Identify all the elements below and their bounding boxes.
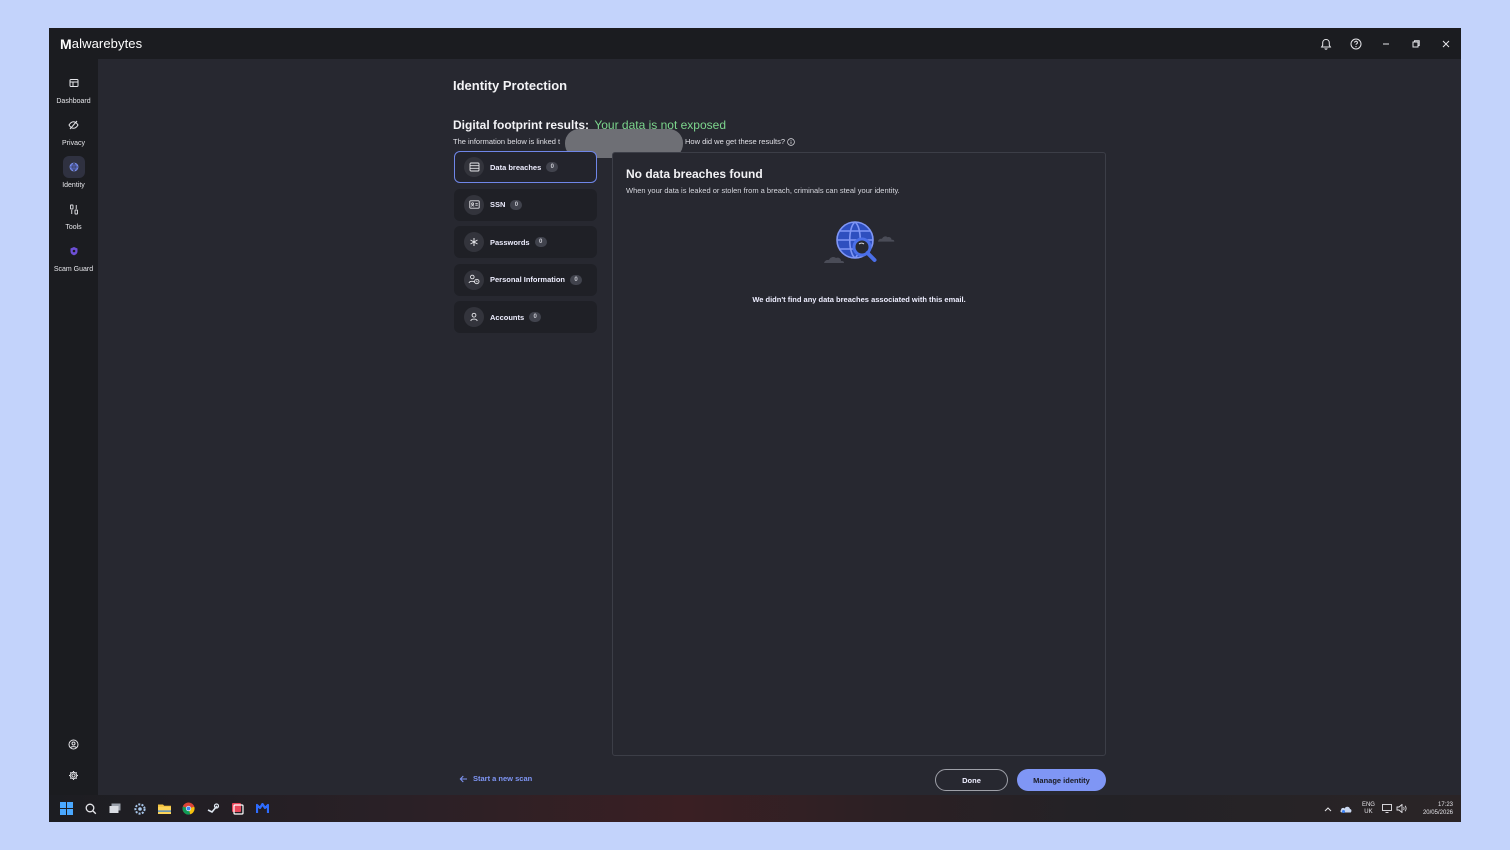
sidebar: Dashboard Privacy Identity Tools Scam Gu… (49, 59, 98, 795)
start-scan-label: Start a new scan (473, 774, 533, 783)
page-title: Identity Protection (453, 78, 568, 93)
category-label: Data breaches (490, 162, 542, 172)
id-card-icon (464, 194, 484, 215)
snipping-tool-icon[interactable] (226, 795, 251, 822)
lang-bottom: UK (1364, 808, 1373, 815)
sidebar-item-label: Scam Guard (53, 266, 94, 273)
privacy-icon (63, 114, 85, 136)
clock-time: 17:23 (1437, 801, 1453, 808)
chrome-icon[interactable] (177, 795, 202, 822)
count-badge: 0 (529, 312, 542, 322)
category-ssn[interactable]: SSN 0 (454, 188, 597, 221)
search-icon[interactable] (79, 795, 104, 822)
globe-search-icon (824, 221, 895, 264)
category-label: Personal Information (490, 275, 566, 284)
sidebar-item-privacy[interactable]: Privacy (49, 114, 98, 147)
logo-text: alwarebytes (71, 36, 143, 51)
sidebar-item-label: Privacy (62, 140, 85, 147)
clock-date: 20/05/2026 (1422, 809, 1453, 816)
count-badge: 0 (534, 237, 547, 247)
start-new-scan-link[interactable]: Start a new scan (459, 774, 532, 783)
settings-app-icon[interactable] (128, 795, 153, 822)
steam-icon[interactable] (201, 795, 226, 822)
chevron-up-icon[interactable] (1320, 795, 1336, 822)
taskbar: ENG UK 17:23 20/05/2026 (49, 795, 1461, 822)
panel-message: We didn't find any data breaches associa… (752, 295, 966, 304)
windows-start-icon[interactable] (54, 795, 79, 822)
onedrive-icon[interactable] (1336, 795, 1356, 822)
notifications-bell-icon[interactable] (1311, 28, 1341, 59)
sidebar-item-scam-guard[interactable]: Scam Guard (49, 240, 98, 273)
panel-subtitle: When your data is leaked or stolen from … (626, 186, 900, 195)
category-label: Accounts (490, 312, 525, 322)
user-icon (464, 307, 484, 327)
identity-icon (62, 156, 85, 178)
app-window: Malwarebytes Dashboard Privacy Identity … (49, 28, 1461, 822)
lang-top: ENG (1361, 801, 1375, 808)
manage-identity-button[interactable]: Manage identity (1017, 769, 1106, 791)
footprint-label: Digital footprint results: (453, 118, 589, 132)
category-label: Passwords (490, 237, 530, 247)
linked-info-text: The information below is linked t (453, 137, 561, 146)
restore-icon[interactable] (1401, 28, 1431, 59)
category-list: Data breaches 0 SSN 0 Passwords 0 Person… (454, 151, 597, 339)
tools-icon (63, 198, 85, 220)
clock[interactable]: 17:23 20/05/2026 (1423, 801, 1453, 817)
sidebar-item-tools[interactable]: Tools (49, 198, 98, 231)
sidebar-item-dashboard[interactable]: Dashboard (49, 72, 98, 105)
file-explorer-icon[interactable] (152, 795, 177, 822)
task-view-icon[interactable] (103, 795, 128, 822)
volume-icon[interactable] (1395, 795, 1409, 822)
settings-icon[interactable] (49, 770, 98, 781)
how-results-link[interactable]: How did we get these results? (685, 137, 795, 146)
sidebar-item-identity[interactable]: Identity (49, 156, 98, 189)
account-icon[interactable] (49, 739, 98, 750)
help-icon[interactable] (1341, 28, 1371, 59)
count-badge: 0 (570, 274, 583, 285)
person-info-icon (464, 269, 484, 290)
count-badge: 0 (546, 162, 559, 172)
category-accounts[interactable]: Accounts 0 (454, 301, 597, 333)
count-badge: 0 (510, 199, 523, 210)
system-tray: ENG UK 17:23 20/05/2026 (1320, 795, 1461, 822)
arrow-left-icon (459, 775, 467, 782)
category-personal-information[interactable]: Personal Information 0 (454, 263, 597, 296)
sidebar-item-label: Identity (62, 182, 85, 189)
app-logo: Malwarebytes (60, 36, 142, 52)
category-passwords[interactable]: Passwords 0 (454, 226, 597, 258)
asterisk-icon (464, 232, 484, 252)
sidebar-item-label: Dashboard (56, 98, 91, 105)
language-indicator[interactable]: ENG UK (1362, 802, 1375, 816)
scam-guard-icon (63, 240, 85, 262)
how-results-text: How did we get these results? (685, 137, 786, 146)
network-icon[interactable] (1381, 795, 1395, 822)
database-icon (464, 157, 484, 177)
panel-title: No data breaches found (626, 167, 763, 181)
sidebar-item-label: Tools (65, 224, 82, 231)
minimize-icon[interactable] (1371, 28, 1401, 59)
logo-mark: M (60, 35, 72, 52)
category-label: SSN (490, 200, 506, 209)
done-button[interactable]: Done (935, 769, 1008, 791)
info-icon (787, 137, 795, 146)
title-bar: Malwarebytes (49, 28, 1461, 59)
results-panel: No data breaches found When your data is… (612, 152, 1106, 756)
malwarebytes-taskbar-icon[interactable] (250, 795, 275, 822)
dashboard-icon (63, 72, 85, 94)
close-icon[interactable] (1431, 28, 1461, 59)
category-data-breaches[interactable]: Data breaches 0 (454, 151, 597, 183)
